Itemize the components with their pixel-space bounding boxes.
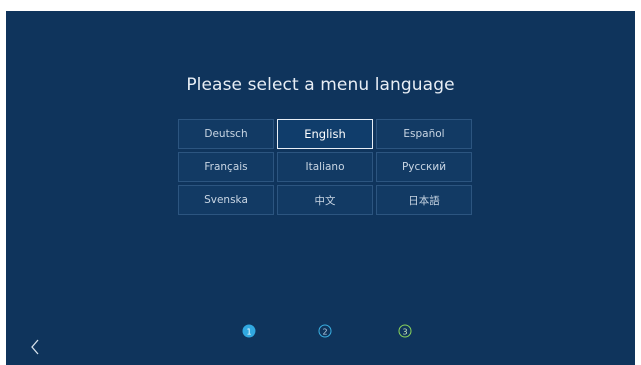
- setup-progress-indicator: 1 2 3: [36, 324, 635, 338]
- step-2: 2: [318, 324, 332, 338]
- language-option-russian[interactable]: Русский: [376, 152, 472, 182]
- setup-screen: Please select a menu language Deutsch En…: [6, 11, 635, 365]
- step-1-number: 1: [246, 328, 251, 337]
- language-option-italiano[interactable]: Italiano: [277, 152, 373, 182]
- chevron-left-icon: [31, 339, 39, 355]
- language-grid: Deutsch English Español Français Italian…: [178, 119, 472, 215]
- page-title: Please select a menu language: [186, 75, 455, 95]
- step-3: 3: [398, 324, 412, 338]
- language-option-svenska[interactable]: Svenska: [178, 185, 274, 215]
- language-option-english[interactable]: English: [277, 119, 373, 149]
- step-2-number: 2: [322, 328, 327, 337]
- language-option-espanol[interactable]: Español: [376, 119, 472, 149]
- language-option-francais[interactable]: Français: [178, 152, 274, 182]
- language-option-deutsch[interactable]: Deutsch: [178, 119, 274, 149]
- step-3-number: 3: [402, 328, 407, 337]
- back-button[interactable]: [28, 337, 42, 357]
- step-1: 1: [242, 324, 256, 338]
- language-option-japanese[interactable]: 日本語: [376, 185, 472, 215]
- language-option-chinese[interactable]: 中文: [277, 185, 373, 215]
